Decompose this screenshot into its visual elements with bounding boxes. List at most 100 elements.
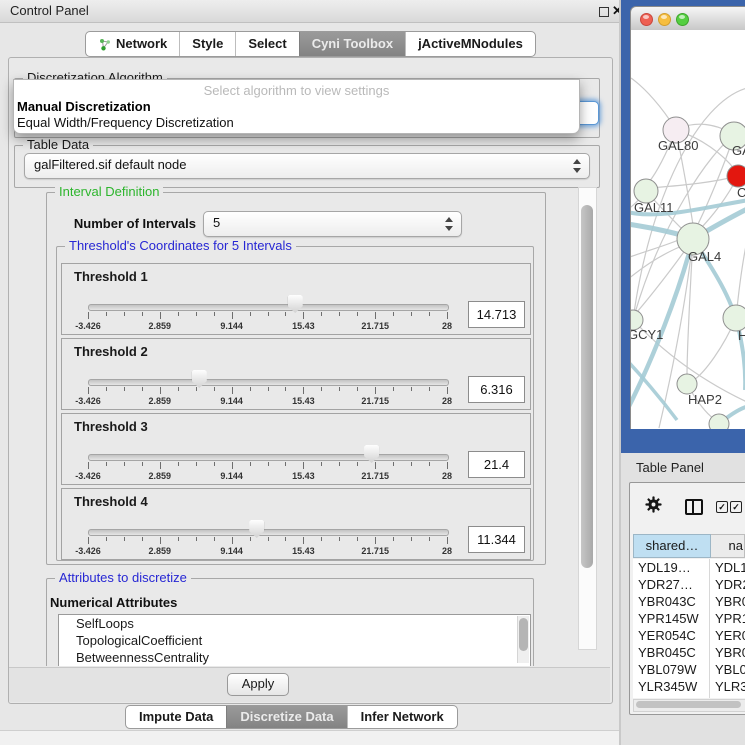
minimize-traffic-light[interactable] <box>658 13 671 26</box>
scale-tick-label: 15.43 <box>292 396 315 406</box>
split-columns-icon[interactable] <box>685 499 703 515</box>
network-node-label: GAL80 <box>658 138 698 153</box>
attribute-list-item[interactable]: SelfLoops <box>59 615 530 632</box>
threshold-value-field[interactable]: 14.713 <box>468 301 525 328</box>
attributes-list-scrollbar[interactable] <box>517 616 529 663</box>
scale-tick-label: 28 <box>442 396 452 406</box>
tab-select[interactable]: Select <box>235 32 298 56</box>
column-header-name[interactable]: na <box>711 534 745 558</box>
table-panel: ✓ ✓ shared… na YDL19…YDL1YDR27…YDR2YBR04… <box>629 482 745 715</box>
threshold-slider-track[interactable] <box>88 379 449 386</box>
threshold-row: Threshold 4 -3.4262.8599.14415.4321.7152… <box>61 488 531 560</box>
network-edge[interactable] <box>631 238 683 258</box>
numerical-attributes-list[interactable]: SelfLoopsTopologicalCoefficientBetweenne… <box>58 614 531 666</box>
attribute-list-item[interactable]: TopologicalCoefficient <box>59 632 530 649</box>
tab-label: Select <box>248 32 286 56</box>
table-row[interactable]: YBR045CYBR0 <box>633 644 745 661</box>
threshold-value-field[interactable]: 6.316 <box>468 376 525 403</box>
checkbox-icon[interactable]: ✓ <box>716 501 728 513</box>
scale-tick-label: 21.715 <box>361 396 389 406</box>
network-node-label: GAL4 <box>688 249 721 264</box>
slider-scale-labels: -3.4262.8599.14415.4321.71528 <box>88 319 447 331</box>
tab-impute-data[interactable]: Impute Data <box>126 706 226 728</box>
network-node[interactable] <box>727 165 745 187</box>
scale-tick-label: -3.426 <box>75 471 101 481</box>
table-row[interactable]: YBR043CYBR0 <box>633 593 745 610</box>
dropdown-option-manual[interactable]: Manual Discretization <box>17 99 151 114</box>
network-edge[interactable] <box>631 244 687 280</box>
cell-name: YBR0 <box>709 644 745 661</box>
tab-infer-network[interactable]: Infer Network <box>347 706 457 728</box>
scale-tick-label: 28 <box>442 321 452 331</box>
scale-tick-label: 21.715 <box>361 321 389 331</box>
numerical-attributes-heading: Numerical Attributes <box>50 595 177 610</box>
scale-tick-label: -3.426 <box>75 396 101 406</box>
threshold-slider-track[interactable] <box>88 529 449 536</box>
table-row[interactable]: YLR345WYLR3 <box>633 678 745 695</box>
network-node[interactable] <box>677 374 697 394</box>
tab-style[interactable]: Style <box>179 32 235 56</box>
table-row[interactable]: YPR145WYPR1 <box>633 610 745 627</box>
threshold-value-field[interactable]: 11.344 <box>468 526 525 553</box>
table-panel-title: Table Panel <box>636 460 704 475</box>
network-node-label: H <box>738 328 745 343</box>
apply-button[interactable]: Apply <box>227 673 289 696</box>
scale-tick-label: 21.715 <box>361 471 389 481</box>
close-traffic-light[interactable] <box>640 13 653 26</box>
table-toolbar: ✓ ✓ <box>630 483 745 531</box>
scale-tick-label: -3.426 <box>75 546 101 556</box>
tab-label: Style <box>192 32 223 56</box>
table-row[interactable]: YIL052CYIL0 <box>633 695 745 698</box>
interval-definition-label: Interval Definition <box>55 186 163 199</box>
scale-tick-label: 2.859 <box>149 321 172 331</box>
threshold-value-field[interactable]: 21.4 <box>468 451 525 478</box>
scale-tick-label: 9.144 <box>220 471 243 481</box>
cell-name: YDL1 <box>709 559 745 576</box>
num-intervals-value: 5 <box>213 212 220 234</box>
tab-discretize-data[interactable]: Discretize Data <box>226 706 346 728</box>
cell-shared-name: YER054C <box>633 627 709 644</box>
scale-tick-label: 9.144 <box>220 321 243 331</box>
table-data-combobox[interactable]: galFiltered.sif default node <box>24 153 590 179</box>
network-graph: GAL80GACGAL11GAL4GCY1HHAP2 <box>631 30 745 429</box>
network-node[interactable] <box>709 414 729 429</box>
cell-shared-name: YBL079W <box>633 661 709 678</box>
num-intervals-combobox[interactable]: 5 <box>203 211 462 237</box>
tab-cyni-toolbox[interactable]: Cyni Toolbox <box>299 32 405 56</box>
cell-shared-name: YDL19… <box>633 559 709 576</box>
slider-scale-labels: -3.4262.8599.14415.4321.71528 <box>88 544 447 556</box>
threshold-slider-track[interactable] <box>88 304 449 311</box>
cell-name: YBL0 <box>709 661 745 678</box>
table-hscrollbar[interactable] <box>633 699 745 712</box>
checkbox-icon[interactable]: ✓ <box>730 501 742 513</box>
zoom-traffic-light[interactable] <box>676 13 689 26</box>
float-window-icon[interactable] <box>599 7 609 17</box>
gear-icon[interactable] <box>645 496 662 513</box>
threshold-row: Threshold 3 -3.4262.8599.14415.4321.7152… <box>61 413 531 485</box>
column-header-shared[interactable]: shared… <box>633 534 711 558</box>
network-node-label: C <box>737 185 745 200</box>
table-row[interactable]: YBL079WYBL0 <box>633 661 745 678</box>
attribute-list-item[interactable]: BetweennessCentrality <box>59 649 530 666</box>
scale-tick-label: 21.715 <box>361 546 389 556</box>
table-row[interactable]: YDL19…YDL1 <box>633 559 745 576</box>
table-panel-region: Table Panel <box>621 453 745 745</box>
control-panel-titlebar: Control Panel ✕ <box>0 0 620 23</box>
tab-label: jActiveMNodules <box>418 32 523 56</box>
scale-tick-label: 15.43 <box>292 321 315 331</box>
table-row[interactable]: YDR27…YDR2 <box>633 576 745 593</box>
tab-label: Network <box>116 32 167 56</box>
table-row[interactable]: YER054CYER0 <box>633 627 745 644</box>
settings-scrollbar-thumb[interactable] <box>581 205 593 568</box>
cell-shared-name: YDR27… <box>633 576 709 593</box>
tab-jactivemnodules[interactable]: jActiveMNodules <box>405 32 535 56</box>
dropdown-hint: Select algorithm to view settings <box>14 83 579 98</box>
threshold-slider-track[interactable] <box>88 454 449 461</box>
cell-shared-name: YBR043C <box>633 593 709 610</box>
dropdown-option-equal-width[interactable]: Equal Width/Frequency Discretization <box>17 115 234 130</box>
threshold-label: Threshold 2 <box>74 344 148 359</box>
network-canvas[interactable]: GAL80GACGAL11GAL4GCY1HHAP2 <box>630 30 745 429</box>
tab-network[interactable]: Network <box>86 32 179 56</box>
settings-scroll-area: Interval Definition Number of Intervals … <box>15 186 577 666</box>
network-window-titlebar[interactable] <box>630 6 745 32</box>
